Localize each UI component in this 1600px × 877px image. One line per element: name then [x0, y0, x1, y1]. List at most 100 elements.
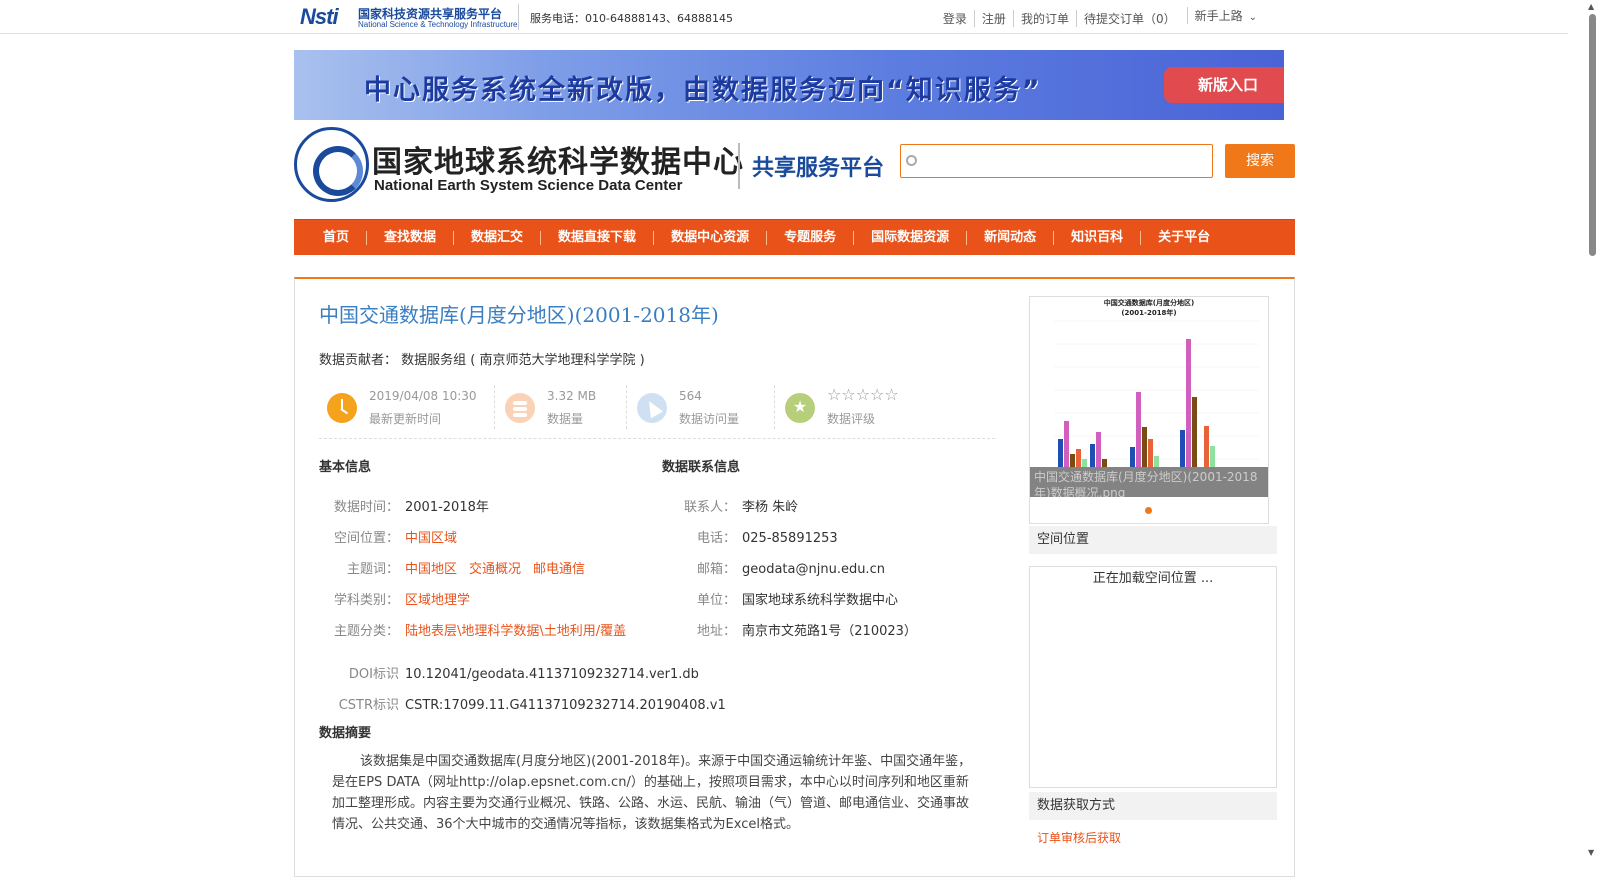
row-key: 空间位置： — [333, 531, 399, 546]
top-links: 登录 注册 我的订单 待提交订单（0） 新手上路 ⌄ — [936, 7, 1264, 27]
stat-label: 最新更新时间 — [369, 412, 442, 426]
row-value: geodata@njnu.edu.cn — [742, 562, 885, 577]
access-method-heading: 数据获取方式 — [1029, 792, 1277, 820]
search-button[interactable]: 搜索 — [1225, 144, 1295, 178]
nsti-logo[interactable]: Nsti 国家科技资源共享服务平台 National Science & Tec… — [300, 2, 520, 30]
nav-topic-service[interactable]: 专题服务 — [766, 230, 853, 245]
row-cstr: CSTR标识 CSTR:17099.11.G41137109232714.2019… — [319, 694, 726, 713]
keyword-link[interactable]: 交通概况 — [469, 562, 521, 577]
search-icon — [906, 155, 917, 166]
doi-value[interactable]: 10.12041/geodata.41137109232714.ver1.db — [405, 667, 699, 682]
thumb-bars — [1058, 339, 1215, 467]
center-title-cn: 国家地球系统科学数据中心 — [372, 145, 744, 180]
row-key: CSTR标识 — [338, 698, 399, 713]
page-scrollbar[interactable]: ▲ ▼ — [1585, 0, 1600, 861]
row-contact-person: 联系人： 李杨 朱岭 — [662, 496, 798, 515]
carousel-dot[interactable] — [1145, 507, 1152, 514]
stat-label: 数据访问量 — [679, 412, 740, 426]
row-key: 联系人： — [683, 500, 736, 515]
stat-divider — [774, 385, 775, 429]
preview-thumbnail[interactable]: 中国交通数据库(月度分地区) (2001-2018年) 中国交通数据库(月度分地… — [1029, 296, 1269, 524]
platform-subtitle: 共享服务平台 — [752, 156, 885, 181]
nav-home[interactable]: 首页 — [306, 230, 366, 245]
chevron-down-icon: ⌄ — [1248, 12, 1257, 23]
stat-visits: 564 数据访问量 — [629, 385, 775, 431]
center-title-en: National Earth System Science Data Cente… — [374, 177, 683, 194]
newbie-guide-dropdown[interactable]: 新手上路 ⌄ — [1186, 7, 1264, 24]
rating-stars[interactable]: ☆☆☆☆☆ — [827, 385, 899, 404]
nav-data-submit[interactable]: 数据汇交 — [453, 230, 540, 245]
service-phone: 服务电话：010-64888143、64888145 — [530, 12, 733, 25]
row-key: DOI标识 — [348, 667, 399, 682]
search-input[interactable] — [923, 147, 1208, 175]
row-key: 学科类别： — [333, 593, 399, 608]
space-location-heading: 空间位置 — [1029, 526, 1277, 554]
promo-banner[interactable]: 中心服务系统全新改版，由数据服务迈向“知识服务” 新版入口 — [294, 50, 1284, 120]
layers-icon — [505, 393, 535, 423]
keyword-link[interactable]: 邮电通信 — [533, 562, 585, 577]
thumb-grid — [1054, 320, 1259, 460]
stat-value: 3.32 MB — [547, 389, 597, 403]
scroll-down-icon[interactable]: ▼ — [1588, 848, 1594, 857]
center-emblem-icon[interactable] — [294, 127, 369, 202]
row-email: 邮箱： geodata@njnu.edu.cn — [662, 558, 885, 577]
basic-info-heading: 基本信息 — [319, 460, 372, 475]
row-value: 2001-2018年 — [405, 500, 489, 515]
nav-knowledge[interactable]: 知识百科 — [1053, 230, 1140, 245]
new-version-button[interactable]: 新版入口 — [1164, 67, 1284, 103]
keyword-link[interactable]: 中国地区 — [405, 562, 457, 577]
thumb-subtitle: (2001-2018年) — [1121, 308, 1176, 317]
row-key: 单位： — [696, 593, 736, 608]
row-doi: DOI标识 10.12041/geodata.41137109232714.ver… — [319, 663, 699, 682]
my-orders-link[interactable]: 我的订单 — [1012, 10, 1076, 27]
search-box — [900, 144, 1213, 178]
scroll-up-icon[interactable]: ▲ — [1588, 2, 1594, 11]
stat-divider — [626, 385, 627, 429]
star-badge-icon: ★ — [785, 393, 815, 423]
space-link[interactable]: 中国区域 — [405, 531, 457, 546]
nav-direct-download[interactable]: 数据直接下载 — [540, 230, 653, 245]
space-location-map[interactable]: 正在加载空间位置 ... — [1029, 566, 1277, 788]
stat-value: 2019/04/08 10:30 — [369, 389, 477, 403]
nav-center-resources[interactable]: 数据中心资源 — [653, 230, 766, 245]
row-key: 数据时间： — [333, 500, 399, 515]
row-subject: 学科类别： 区域地理学 — [319, 589, 470, 608]
preview-caption: 中国交通数据库(月度分地区)(2001-2018年)数据概况.png — [1030, 467, 1268, 497]
contributor-label: 数据贡献者： — [319, 353, 398, 368]
nsti-logo-en: National Science & Technology Infrastruc… — [358, 20, 518, 29]
row-key: 主题分类： — [333, 624, 399, 639]
row-value: 025-85891253 — [742, 531, 838, 546]
row-space: 空间位置： 中国区域 — [319, 527, 457, 546]
category-link[interactable]: 陆地表层\地理科学数据\土地利用/覆盖 — [405, 624, 626, 639]
row-key: 电话： — [696, 531, 736, 546]
register-link[interactable]: 注册 — [973, 10, 1013, 27]
row-key: 主题词： — [346, 562, 399, 577]
pending-orders-link[interactable]: 待提交订单（0） — [1075, 10, 1183, 27]
row-phone: 电话： 025-85891253 — [662, 527, 838, 546]
header-divider — [738, 143, 740, 189]
nav-intl-resources[interactable]: 国际数据资源 — [853, 230, 966, 245]
row-address: 地址： 南京市文苑路1号（210023） — [662, 620, 917, 639]
stat-update-time: 2019/04/08 10:30 最新更新时间 — [319, 385, 495, 431]
access-method-link[interactable]: 订单审核后获取 — [1037, 829, 1121, 846]
nav-find-data[interactable]: 查找数据 — [366, 230, 453, 245]
banner-text: 中心服务系统全新改版，由数据服务迈向“知识服务” — [364, 75, 1042, 106]
row-unit: 单位： 国家地球系统科学数据中心 — [662, 589, 898, 608]
main-nav: 首页 查找数据 数据汇交 数据直接下载 数据中心资源 专题服务 国际数据资源 新… — [294, 219, 1295, 255]
row-category: 主题分类： 陆地表层\地理科学数据\土地利用/覆盖 — [319, 620, 626, 639]
stat-label: 数据量 — [547, 412, 584, 426]
stat-value: 564 — [679, 389, 702, 403]
nav-news[interactable]: 新闻动态 — [966, 230, 1053, 245]
dataset-stats: 2019/04/08 10:30 最新更新时间 3.32 MB 数据量 564 … — [319, 385, 995, 439]
row-value: 李杨 朱岭 — [742, 500, 799, 515]
login-link[interactable]: 登录 — [936, 10, 974, 27]
newbie-label: 新手上路 — [1194, 9, 1243, 23]
scrollbar-thumb[interactable] — [1589, 14, 1596, 256]
clock-icon — [327, 393, 357, 423]
cstr-value[interactable]: CSTR:17099.11.G41137109232714.20190408.v… — [405, 698, 726, 713]
stat-data-size: 3.32 MB 数据量 — [497, 385, 627, 431]
row-key: 地址： — [696, 624, 736, 639]
dataset-title: 中国交通数据库(月度分地区)(2001-2018年) — [319, 303, 719, 327]
nav-about[interactable]: 关于平台 — [1140, 230, 1227, 245]
subject-link[interactable]: 区域地理学 — [405, 593, 470, 608]
